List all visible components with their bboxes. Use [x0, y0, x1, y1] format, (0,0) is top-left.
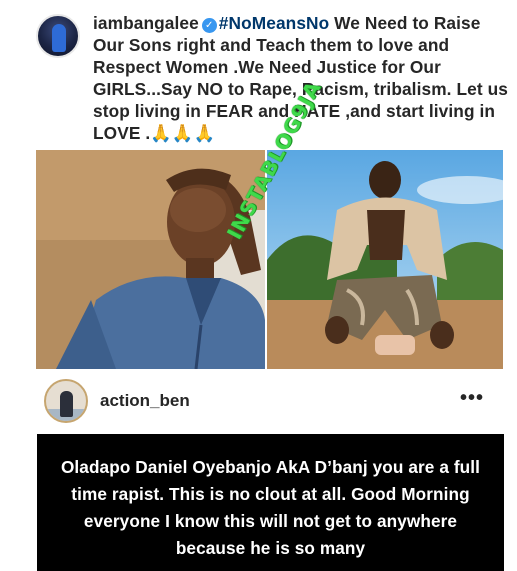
user-avatar[interactable] — [36, 14, 80, 58]
hashtag-link[interactable]: #NoMeansNo — [219, 13, 329, 33]
avatar-figure — [60, 391, 73, 417]
story-text-panel: Oladapo Daniel Oyebanjo AkA D’banj you a… — [37, 434, 504, 571]
more-options-icon[interactable]: ••• — [460, 387, 484, 410]
commenter-username[interactable]: action_ben — [100, 391, 190, 411]
commenter-avatar[interactable] — [44, 379, 88, 423]
verified-badge-icon: ✓ — [201, 18, 217, 33]
photo-right — [267, 150, 503, 369]
photo-left — [36, 150, 265, 369]
comment-author-row: action_ben ••• — [44, 379, 494, 425]
portrait-right-image — [267, 150, 503, 369]
post-username[interactable]: iambangalee — [93, 13, 199, 33]
portrait-left-image — [36, 150, 265, 369]
praying-hands-icon: 🙏🙏🙏 — [150, 123, 216, 143]
story-text: Oladapo Daniel Oyebanjo AkA D’banj you a… — [60, 457, 481, 558]
avatar-figure — [52, 24, 66, 52]
